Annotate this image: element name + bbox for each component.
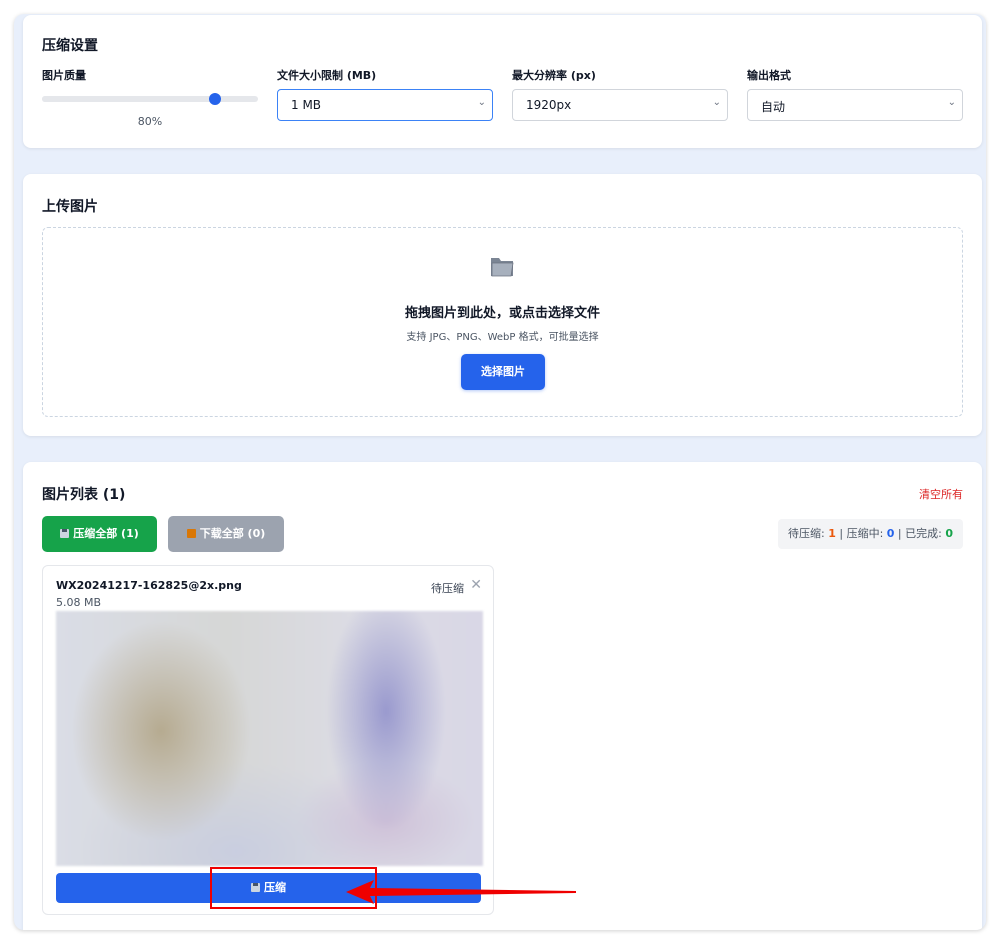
output-format-value: 自动	[761, 100, 786, 114]
chevron-down-icon: ⌄	[712, 97, 721, 108]
working-label: 压缩中:	[846, 527, 887, 540]
stats-separator: |	[894, 527, 906, 540]
upload-card: 上传图片 拖拽图片到此处，或点击选择文件 支持 JPG、PNG、WebP 格式，…	[23, 174, 982, 436]
file-card: WX20241217-162825@2x.png 5.08 MB 待压缩 ✕ 压…	[42, 565, 494, 915]
size-limit-label: 文件大小限制 (MB)	[277, 69, 377, 82]
output-format-select[interactable]: 自动 ⌄	[747, 89, 963, 121]
quality-label: 图片质量	[42, 69, 86, 82]
select-images-button[interactable]: 选择图片	[461, 354, 545, 390]
compression-settings-card: 压缩设置 图片质量 80% 文件大小限制 (MB) 1 MB ⌄ 最大分辨率 (…	[23, 15, 982, 148]
clear-all-link[interactable]: 清空所有	[919, 486, 963, 502]
folder-icon	[491, 258, 514, 277]
upload-title: 上传图片	[42, 199, 98, 215]
download-all-label: 下载全部 (0)	[199, 527, 266, 540]
done-count: 0	[945, 527, 953, 540]
file-size: 5.08 MB	[56, 596, 102, 609]
upload-dropzone[interactable]: 拖拽图片到此处，或点击选择文件 支持 JPG、PNG、WebP 格式，可批量选择…	[42, 227, 963, 417]
image-list-title: 图片列表 (1)	[42, 487, 126, 503]
image-list-card: 图片列表 (1) 清空所有 压缩全部 (1) 下载全部 (0) 待压缩: 1 |…	[23, 462, 982, 930]
max-resolution-value: 1920px	[526, 98, 572, 112]
file-name: WX20241217-162825@2x.png	[56, 579, 242, 592]
pending-count: 1	[828, 527, 836, 540]
file-status: 待压缩	[431, 582, 464, 595]
settings-title: 压缩设置	[42, 38, 98, 54]
stats-separator: |	[835, 527, 847, 540]
floppy-disk-icon	[60, 529, 70, 538]
download-all-button[interactable]: 下载全部 (0)	[168, 516, 284, 552]
pending-label: 待压缩:	[788, 527, 829, 540]
dropzone-hint-text: 支持 JPG、PNG、WebP 格式，可批量选择	[406, 332, 599, 343]
compress-all-button[interactable]: 压缩全部 (1)	[42, 516, 157, 552]
quality-slider[interactable]	[42, 93, 258, 105]
package-icon	[186, 529, 196, 538]
quality-slider-track	[42, 96, 215, 102]
annotation-arrow-icon	[346, 880, 576, 904]
chevron-down-icon: ⌄	[477, 97, 486, 108]
max-resolution-select[interactable]: 1920px ⌄	[512, 89, 728, 121]
dropzone-main-text: 拖拽图片到此处，或点击选择文件	[404, 306, 600, 321]
quality-slider-thumb[interactable]	[208, 93, 221, 105]
chevron-down-icon: ⌄	[947, 97, 956, 108]
app-window: 压缩设置 图片质量 80% 文件大小限制 (MB) 1 MB ⌄ 最大分辨率 (…	[14, 14, 986, 930]
size-limit-value: 1 MB	[291, 98, 322, 112]
status-summary: 待压缩: 1 | 压缩中: 0 | 已完成: 0	[778, 519, 963, 549]
image-preview	[56, 611, 483, 866]
done-label: 已完成:	[905, 527, 946, 540]
max-resolution-label: 最大分辨率 (px)	[512, 69, 596, 82]
size-limit-select[interactable]: 1 MB ⌄	[277, 89, 493, 121]
compress-all-label: 压缩全部 (1)	[73, 527, 139, 540]
quality-value: 80%	[137, 115, 163, 128]
close-icon[interactable]: ✕	[470, 577, 482, 593]
output-format-label: 输出格式	[747, 69, 791, 82]
